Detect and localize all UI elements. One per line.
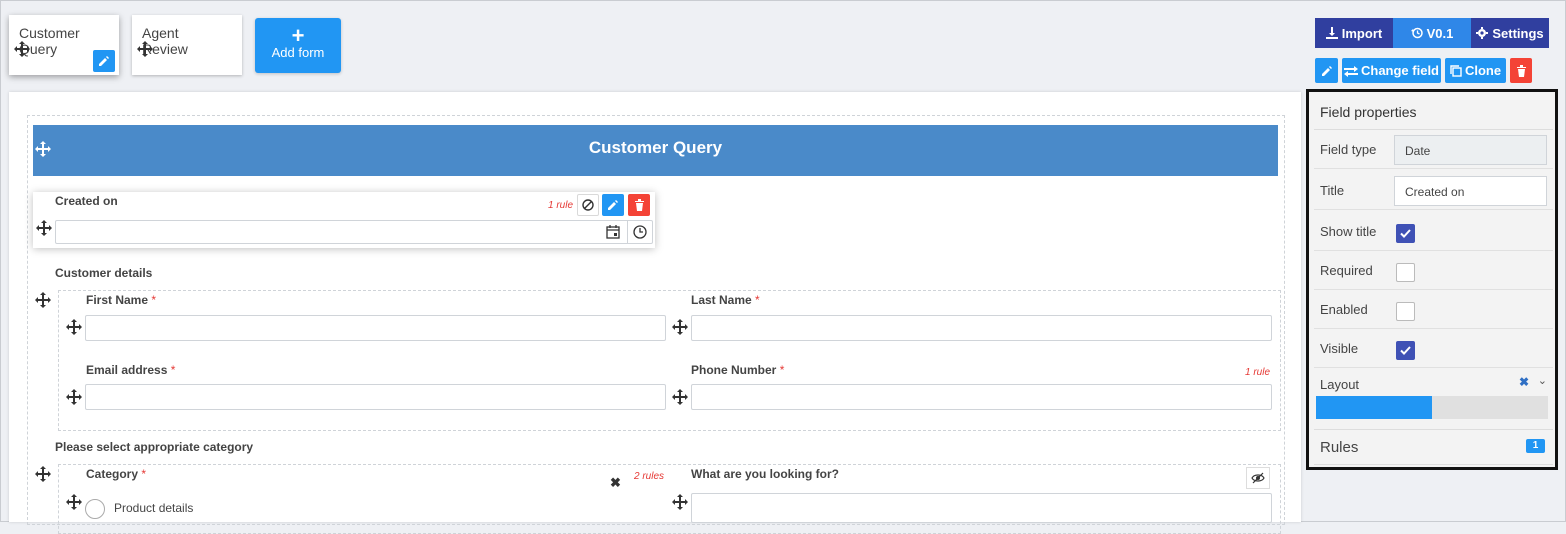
required-checkbox[interactable] bbox=[1396, 263, 1415, 282]
created-on-label: Created on bbox=[55, 194, 118, 208]
layout-slider-fill bbox=[1316, 396, 1432, 419]
eye-hidden-icon[interactable] bbox=[1246, 467, 1270, 489]
check-icon bbox=[1400, 346, 1411, 355]
version-button[interactable]: V0.1 bbox=[1393, 18, 1471, 48]
field-properties-heading: Field properties bbox=[1314, 96, 1553, 130]
move-icon[interactable] bbox=[672, 389, 688, 405]
check-icon bbox=[1400, 229, 1411, 238]
tab-customer-query[interactable]: Customer Query bbox=[9, 15, 119, 75]
layout-row: Layout ✖ ⌄ bbox=[1314, 368, 1553, 396]
visible-row: Visible bbox=[1314, 329, 1553, 368]
move-icon[interactable] bbox=[66, 319, 82, 335]
enabled-checkbox[interactable] bbox=[1396, 302, 1415, 321]
pencil-icon bbox=[608, 200, 618, 210]
phone-input[interactable] bbox=[691, 384, 1272, 410]
download-icon bbox=[1325, 27, 1338, 39]
move-icon[interactable] bbox=[672, 319, 688, 335]
category-option-label: Product details bbox=[114, 501, 194, 515]
title-label: Title bbox=[1320, 183, 1345, 198]
calendar-icon[interactable] bbox=[606, 225, 620, 244]
created-on-field[interactable]: Created on 1 rule bbox=[33, 192, 655, 248]
copy-icon bbox=[1450, 64, 1462, 77]
form-title: Customer Query bbox=[588, 138, 723, 157]
title-input[interactable]: Created on bbox=[1394, 176, 1547, 206]
move-icon[interactable] bbox=[66, 389, 82, 405]
last-name-label: Last Name * bbox=[691, 293, 760, 307]
clear-layout-icon[interactable]: ✖ bbox=[1519, 375, 1529, 389]
exchange-icon bbox=[1343, 65, 1358, 77]
delete-field-button[interactable] bbox=[628, 194, 650, 216]
last-name-input[interactable] bbox=[691, 315, 1272, 341]
delete-button[interactable] bbox=[1510, 58, 1532, 83]
looking-for-label: What are you looking for? bbox=[691, 467, 840, 481]
move-icon[interactable] bbox=[35, 292, 51, 308]
field-type-value: Date bbox=[1394, 135, 1547, 165]
rules-label: Rules bbox=[1320, 439, 1359, 456]
category-radio[interactable] bbox=[85, 499, 105, 519]
clone-button[interactable]: Clone bbox=[1445, 58, 1506, 83]
enabled-label: Enabled bbox=[1320, 302, 1368, 317]
change-field-button[interactable]: Change field bbox=[1342, 58, 1441, 83]
edit-button[interactable] bbox=[1315, 58, 1338, 83]
tab-agent-review[interactable]: Agent Review bbox=[132, 15, 242, 75]
gear-icon bbox=[1476, 27, 1489, 39]
add-form-label: Add form bbox=[271, 45, 325, 60]
move-icon[interactable] bbox=[672, 494, 688, 510]
import-button[interactable]: Import bbox=[1315, 18, 1393, 48]
move-icon[interactable] bbox=[35, 141, 51, 157]
add-form-button[interactable]: + Add form bbox=[255, 18, 341, 73]
show-title-row: Show title bbox=[1314, 212, 1553, 251]
clear-icon[interactable]: ✖ bbox=[610, 475, 621, 491]
move-icon[interactable] bbox=[35, 466, 51, 482]
settings-button[interactable]: Settings bbox=[1471, 18, 1549, 48]
form-title-bar[interactable]: Customer Query bbox=[33, 125, 1278, 176]
required-row: Required bbox=[1314, 251, 1553, 290]
phone-label: Phone Number * bbox=[691, 363, 785, 377]
divider bbox=[627, 221, 628, 243]
required-label: Required bbox=[1320, 263, 1373, 278]
history-icon bbox=[1410, 27, 1423, 39]
trash-icon bbox=[634, 199, 644, 211]
created-on-input[interactable] bbox=[55, 220, 653, 244]
category-rule-count[interactable]: 2 rules bbox=[634, 471, 664, 482]
field-properties-panel: Field properties Field type Date Title C… bbox=[1306, 89, 1558, 470]
first-name-label: First Name * bbox=[86, 293, 157, 307]
tab-label: Agent Review bbox=[142, 25, 188, 57]
email-label: Email address * bbox=[86, 363, 176, 377]
looking-for-input[interactable] bbox=[691, 493, 1272, 523]
first-name-input[interactable] bbox=[85, 315, 666, 341]
title-row: Title Created on bbox=[1314, 171, 1553, 210]
move-icon[interactable] bbox=[36, 220, 52, 236]
pencil-icon bbox=[99, 56, 109, 66]
field-type-label: Field type bbox=[1320, 142, 1377, 157]
rules-count-badge: 1 bbox=[1526, 439, 1545, 453]
rules-section[interactable]: Rules 1 bbox=[1314, 429, 1553, 465]
edit-field-button[interactable] bbox=[602, 194, 624, 216]
category-label: Category * bbox=[86, 467, 147, 481]
chevron-down-icon[interactable]: ⌄ bbox=[1538, 374, 1547, 387]
show-title-checkbox[interactable] bbox=[1396, 224, 1415, 243]
layout-slider[interactable] bbox=[1316, 396, 1548, 419]
visible-label: Visible bbox=[1320, 341, 1359, 356]
field-type-row: Field type Date bbox=[1314, 130, 1553, 169]
rule-count[interactable]: 1 rule bbox=[548, 200, 573, 211]
customer-details-label: Customer details bbox=[55, 266, 153, 280]
pencil-icon bbox=[1321, 65, 1332, 76]
tab-label: Customer Query bbox=[19, 25, 80, 57]
disable-icon[interactable] bbox=[577, 194, 599, 216]
move-icon[interactable] bbox=[137, 41, 153, 57]
enabled-row: Enabled bbox=[1314, 290, 1553, 329]
visible-checkbox[interactable] bbox=[1396, 341, 1415, 360]
plus-icon: + bbox=[291, 23, 305, 48]
layout-label: Layout bbox=[1320, 377, 1360, 392]
phone-rule-count[interactable]: 1 rule bbox=[1245, 367, 1270, 378]
edit-tab-button[interactable] bbox=[93, 50, 115, 72]
move-icon[interactable] bbox=[66, 494, 82, 510]
move-icon[interactable] bbox=[14, 41, 30, 57]
trash-icon bbox=[1516, 64, 1526, 77]
email-input[interactable] bbox=[85, 384, 666, 410]
show-title-label: Show title bbox=[1320, 224, 1377, 239]
category-section-label: Please select appropriate category bbox=[55, 440, 254, 454]
clock-icon[interactable] bbox=[633, 225, 647, 244]
